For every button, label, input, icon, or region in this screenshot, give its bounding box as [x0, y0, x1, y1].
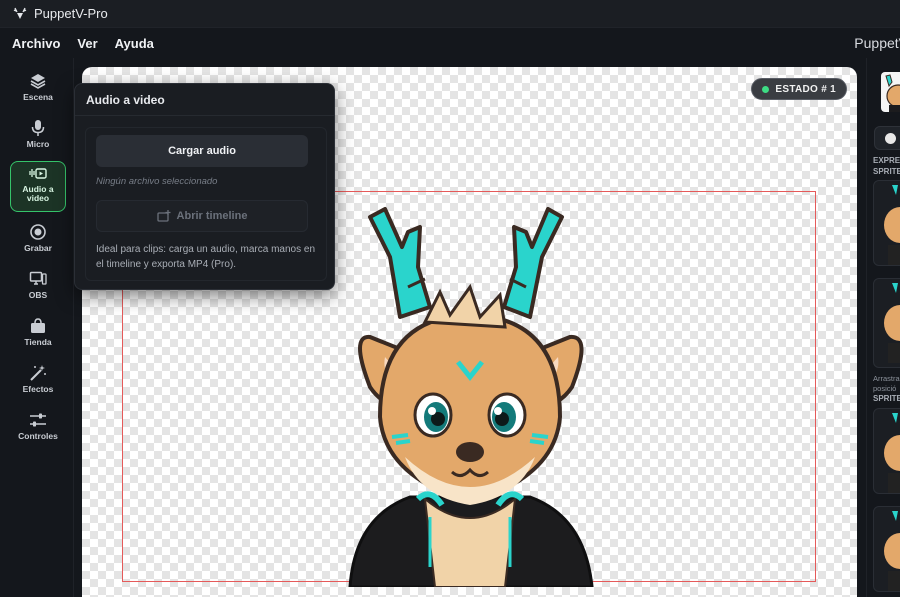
menu-bar: Archivo Ver Ayuda PuppetV — [0, 28, 900, 58]
deer-avatar-sprite[interactable] — [330, 187, 610, 587]
deer-logo-icon — [13, 7, 27, 19]
sprites-label-2: SPRITE — [873, 394, 900, 403]
sprite-thumbnail-icon — [884, 185, 900, 265]
rail-item-efectos[interactable]: Efectos — [10, 362, 66, 412]
rail-item-escena[interactable]: Escena — [10, 70, 66, 120]
audio-video-icon — [29, 168, 47, 179]
rail-label: OBS — [28, 290, 48, 300]
sprite-thumbnail-icon — [884, 413, 900, 493]
menu-ver[interactable]: Ver — [77, 36, 97, 51]
no-file-status: Ningún archivo seleccionado — [96, 176, 218, 187]
rail-item-obs[interactable]: OBS — [10, 268, 66, 318]
open-timeline-label: Abrir timeline — [176, 210, 248, 222]
right-panel: EXPRE SPRITE Arrastra posició SPRITE — [866, 58, 900, 597]
menu-ayuda[interactable]: Ayuda — [115, 36, 154, 51]
drag-hint-line1: Arrastra — [873, 374, 900, 383]
expression-button[interactable] — [874, 126, 900, 150]
shop-bag-icon — [31, 318, 45, 333]
sprite-slot[interactable] — [873, 278, 900, 368]
rail-label: Escena — [23, 92, 53, 102]
expressions-label: EXPRE — [873, 156, 900, 165]
rail-item-grabar[interactable]: Grabar — [10, 221, 66, 271]
sprite-slot[interactable] — [873, 180, 900, 266]
sprites-label: SPRITE — [873, 167, 900, 176]
title-bar: PuppetV-Pro — [0, 0, 900, 28]
brand-label: PuppetV — [854, 35, 900, 51]
deer-thumbnail-icon — [885, 74, 900, 112]
panel-hint: Ideal para clips: carga un audio, marca … — [96, 244, 316, 270]
open-timeline-button[interactable]: Abrir timeline — [96, 200, 308, 232]
state-badge-label: ESTADO # 1 — [775, 83, 836, 95]
sprite-slot[interactable] — [873, 408, 900, 494]
panel-title: Audio a video — [86, 92, 165, 107]
rail-item-controles[interactable]: Controles — [10, 409, 66, 459]
panel-body: Cargar audio Ningún archivo seleccionado… — [85, 127, 327, 281]
microphone-icon — [31, 120, 45, 136]
monitor-icon — [29, 271, 47, 285]
sprite-slot[interactable] — [873, 506, 900, 592]
antler-right — [502, 207, 564, 319]
load-audio-button[interactable]: Cargar audio — [96, 135, 308, 167]
sprite-thumbnail-icon — [884, 283, 900, 363]
state-dot-icon — [762, 85, 770, 93]
rail-item-audio-a-video[interactable]: Audio a video — [10, 161, 66, 212]
state-badge[interactable]: ESTADO # 1 — [751, 78, 847, 100]
layers-icon — [30, 74, 46, 89]
rail-label: Efectos — [22, 384, 54, 394]
rail-label: Controles — [18, 431, 58, 441]
rail-label: Tienda — [24, 337, 52, 347]
record-icon — [30, 224, 46, 240]
menu-archivo[interactable]: Archivo — [12, 36, 60, 51]
rail-label: Micro — [26, 139, 50, 149]
left-rail: Escena Micro Audio a video Grabar OBS Ti… — [0, 58, 74, 597]
avatar-thumbnail[interactable] — [881, 72, 900, 112]
rail-label: Audio a video — [22, 184, 54, 203]
rail-item-tienda[interactable]: Tienda — [10, 315, 66, 365]
sprite-thumbnail-icon — [884, 511, 900, 591]
face-icon — [885, 133, 896, 144]
magic-wand-icon — [30, 365, 46, 381]
antler-left — [368, 207, 432, 319]
panel-header: Audio a video — [75, 84, 334, 116]
window-title: PuppetV-Pro — [34, 6, 108, 21]
timeline-add-icon — [156, 210, 171, 222]
rail-label: Grabar — [24, 243, 52, 253]
sliders-icon — [30, 413, 46, 427]
rail-item-micro[interactable]: Micro — [10, 117, 66, 167]
audio-to-video-panel: Audio a video Cargar audio Ningún archiv… — [74, 83, 335, 290]
